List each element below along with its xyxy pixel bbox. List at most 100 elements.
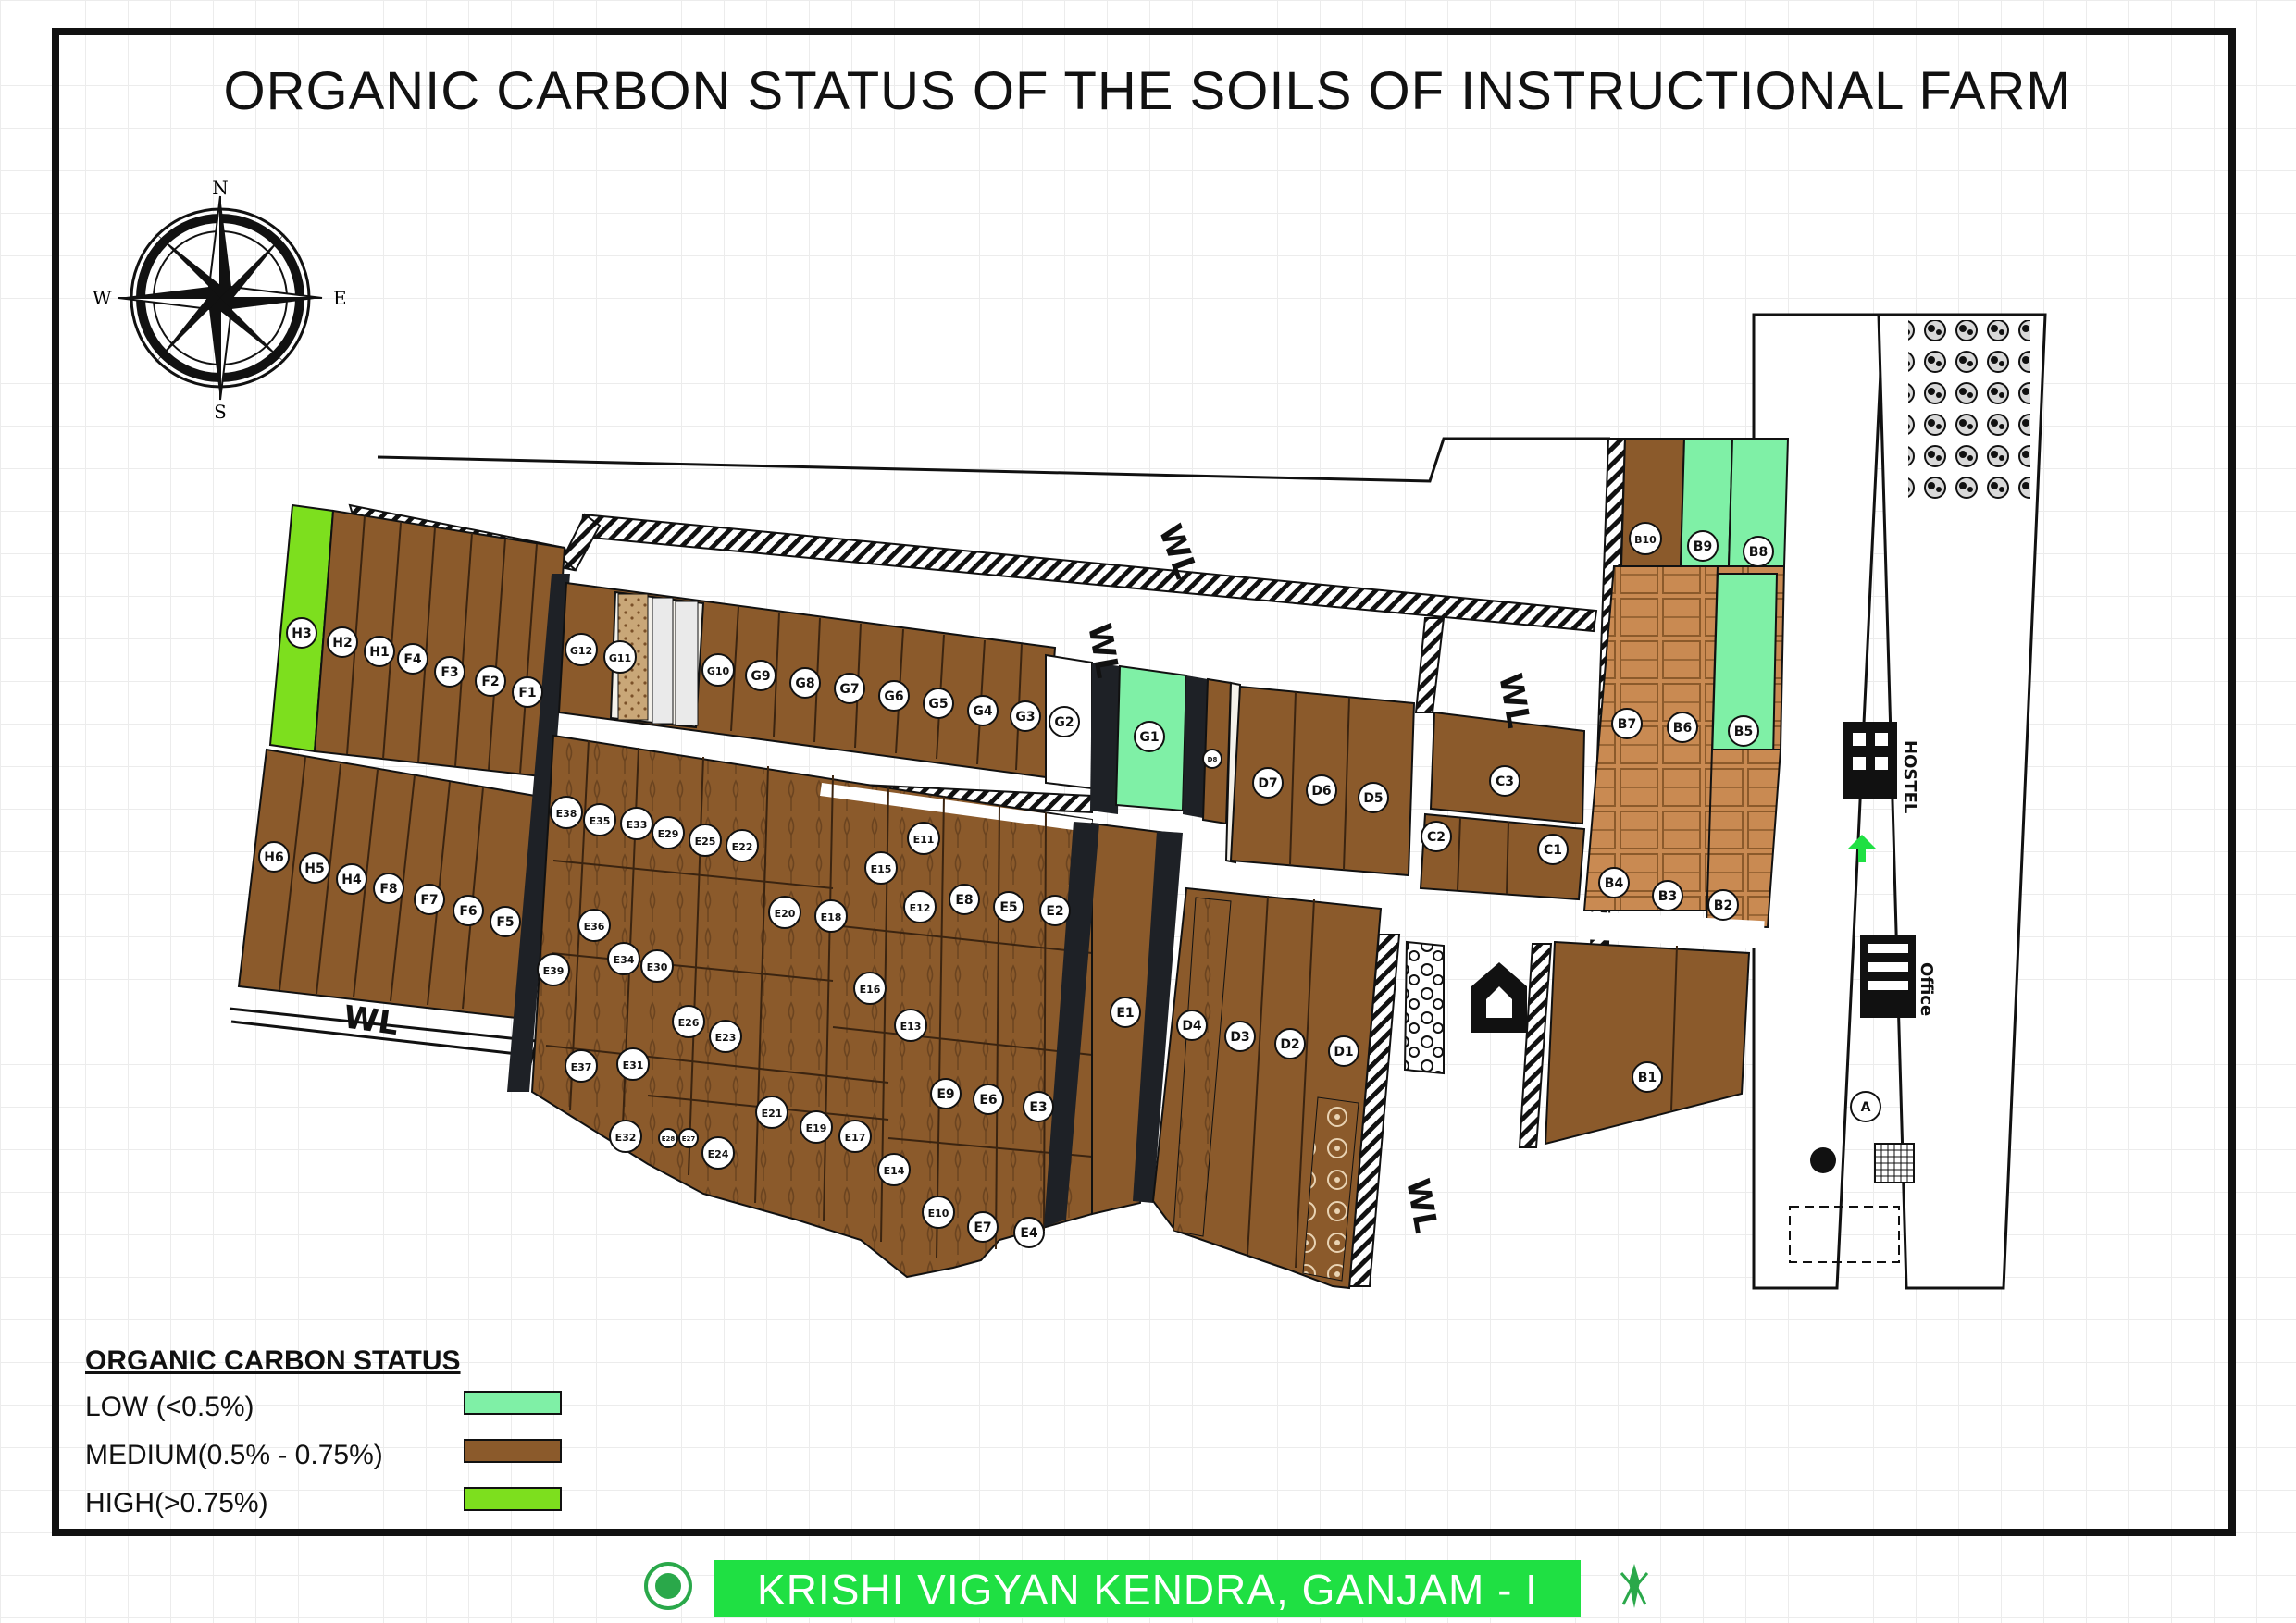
plot-label-d5[interactable]: D5 <box>1358 782 1389 813</box>
plot-label-e27[interactable]: E27 <box>678 1128 699 1148</box>
plot-label-g6[interactable]: G6 <box>878 680 910 712</box>
svg-text:E1: E1 <box>1116 1006 1134 1021</box>
plot-label-e10[interactable]: E10 <box>922 1196 955 1229</box>
plot-label-e11[interactable]: E11 <box>907 822 940 855</box>
plot-label-e25[interactable]: E25 <box>689 824 722 857</box>
plot-label-g7[interactable]: G7 <box>834 673 865 704</box>
plot-label-e26[interactable]: E26 <box>672 1005 705 1038</box>
plot-label-g4[interactable]: G4 <box>967 695 999 726</box>
plot-label-f6[interactable]: F6 <box>453 895 484 926</box>
plot-label-e39[interactable]: E39 <box>537 953 570 986</box>
plot-label-e4[interactable]: E4 <box>1013 1217 1045 1248</box>
plot-label-e9[interactable]: E9 <box>930 1078 962 1109</box>
plot-label-e16[interactable]: E16 <box>853 972 887 1005</box>
svg-text:E39: E39 <box>543 965 565 977</box>
plot-label-a[interactable]: A <box>1850 1091 1881 1122</box>
plot-label-e24[interactable]: E24 <box>701 1136 735 1170</box>
svg-text:F2: F2 <box>481 675 499 689</box>
plot-label-d4[interactable]: D4 <box>1176 1010 1208 1041</box>
plot-label-h1[interactable]: H1 <box>364 636 395 667</box>
plot-label-e33[interactable]: E33 <box>620 807 653 840</box>
svg-text:E14: E14 <box>884 1165 905 1177</box>
plot-label-f7[interactable]: F7 <box>414 884 445 915</box>
plot-label-e12[interactable]: E12 <box>903 890 937 923</box>
plot-label-g11[interactable]: G11 <box>603 640 637 674</box>
plot-label-b10[interactable]: B10 <box>1629 522 1662 555</box>
svg-text:B4: B4 <box>1605 876 1624 891</box>
plot-label-f5[interactable]: F5 <box>490 906 521 937</box>
plot-label-e22[interactable]: E22 <box>726 829 759 862</box>
plot-label-f8[interactable]: F8 <box>373 873 404 904</box>
plot-label-e35[interactable]: E35 <box>583 803 616 836</box>
plot-label-e15[interactable]: E15 <box>864 851 898 885</box>
plot-label-g3[interactable]: G3 <box>1010 700 1041 732</box>
plot-label-f4[interactable]: F4 <box>397 643 428 675</box>
plot-label-g5[interactable]: G5 <box>923 688 954 719</box>
plot-label-e13[interactable]: E13 <box>894 1009 927 1042</box>
plot-label-e5[interactable]: E5 <box>993 891 1024 923</box>
plot-label-e28[interactable]: E28 <box>658 1128 678 1148</box>
plot-label-e8[interactable]: E8 <box>949 884 980 915</box>
plot-label-g10[interactable]: G10 <box>701 653 735 687</box>
plot-label-g1[interactable]: G1 <box>1134 721 1165 752</box>
plot-label-h5[interactable]: H5 <box>299 852 330 884</box>
plot-label-e32[interactable]: E32 <box>609 1120 642 1153</box>
plot-label-h2[interactable]: H2 <box>327 626 358 658</box>
plot-label-e31[interactable]: E31 <box>616 1047 650 1081</box>
svg-text:E32: E32 <box>615 1132 637 1144</box>
plot-label-e29[interactable]: E29 <box>652 816 685 849</box>
plot-label-d3[interactable]: D3 <box>1224 1021 1256 1052</box>
plot-label-b5[interactable]: B5 <box>1728 715 1759 747</box>
plot-label-e2[interactable]: E2 <box>1039 895 1071 926</box>
plot-label-d2[interactable]: D2 <box>1274 1028 1306 1059</box>
plot-label-e37[interactable]: E37 <box>565 1049 598 1083</box>
plot-label-e34[interactable]: E34 <box>607 942 640 975</box>
plot-label-e7[interactable]: E7 <box>967 1211 999 1243</box>
plot-label-e36[interactable]: E36 <box>577 909 611 942</box>
svg-text:G11: G11 <box>609 652 631 664</box>
plot-label-g8[interactable]: G8 <box>789 667 821 699</box>
plot-label-b7[interactable]: B7 <box>1611 708 1643 739</box>
plot-label-e20[interactable]: E20 <box>768 896 801 929</box>
plot-label-h3[interactable]: H3 <box>286 617 317 649</box>
plot-label-c2[interactable]: C2 <box>1421 821 1452 852</box>
plot-label-g12[interactable]: G12 <box>565 633 598 666</box>
plot-label-c3[interactable]: C3 <box>1489 765 1520 797</box>
plot-label-e3[interactable]: E3 <box>1023 1091 1054 1122</box>
legend-label-medium: MEDIUM(0.5% - 0.75%) <box>85 1440 383 1470</box>
plot-label-f1[interactable]: F1 <box>512 676 543 708</box>
plot-label-b2[interactable]: B2 <box>1707 889 1739 921</box>
plot-label-e6[interactable]: E6 <box>973 1084 1004 1115</box>
svg-text:B3: B3 <box>1658 889 1677 904</box>
plot-label-h6[interactable]: H6 <box>258 841 290 873</box>
plot-label-g2[interactable]: G2 <box>1049 706 1080 737</box>
plot-label-b3[interactable]: B3 <box>1652 880 1683 911</box>
svg-text:E23: E23 <box>715 1032 737 1044</box>
plot-label-e17[interactable]: E17 <box>838 1120 872 1153</box>
plot-label-e1[interactable]: E1 <box>1110 997 1141 1028</box>
plot-label-c1[interactable]: C1 <box>1537 834 1569 865</box>
plot-label-e23[interactable]: E23 <box>709 1020 742 1053</box>
plot-label-b8[interactable]: B8 <box>1743 536 1774 567</box>
plot-label-g9[interactable]: G9 <box>745 660 776 691</box>
plot-label-d6[interactable]: D6 <box>1306 774 1337 806</box>
plot-label-e38[interactable]: E38 <box>550 796 583 829</box>
plot-label-f2[interactable]: F2 <box>475 665 506 697</box>
plot-label-f3[interactable]: F3 <box>434 656 465 688</box>
plot-label-e14[interactable]: E14 <box>877 1153 911 1186</box>
plot-label-d1[interactable]: D1 <box>1328 1035 1359 1067</box>
plot-label-e18[interactable]: E18 <box>814 899 848 933</box>
legend-label-high: HIGH(>0.75%) <box>85 1488 268 1518</box>
plot-label-b6[interactable]: B6 <box>1667 712 1698 743</box>
plot-label-e21[interactable]: E21 <box>755 1096 788 1129</box>
plot-label-h4[interactable]: H4 <box>336 863 367 895</box>
plot-label-d7[interactable]: D7 <box>1252 767 1284 799</box>
plot-label-b9[interactable]: B9 <box>1687 530 1719 562</box>
svg-text:D1: D1 <box>1334 1045 1353 1059</box>
svg-text:E28: E28 <box>662 1135 676 1143</box>
plot-label-e30[interactable]: E30 <box>640 949 674 983</box>
plot-label-b1[interactable]: B1 <box>1632 1061 1663 1093</box>
plot-label-e19[interactable]: E19 <box>800 1110 833 1144</box>
plot-label-d8[interactable]: D8 <box>1202 749 1222 769</box>
plot-label-b4[interactable]: B4 <box>1598 867 1630 898</box>
